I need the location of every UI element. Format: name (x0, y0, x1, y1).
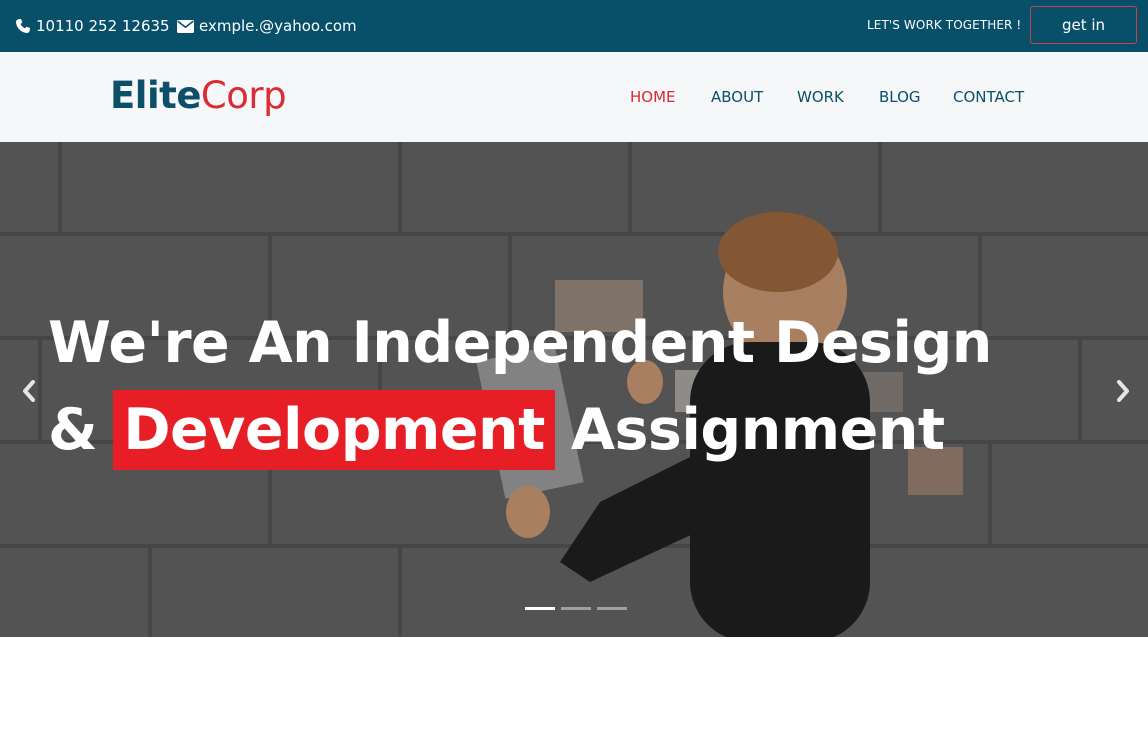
email-contact[interactable]: exmple.@yahoo.com (177, 0, 357, 52)
nav-home[interactable]: HOME (630, 87, 676, 107)
phone-icon (16, 19, 30, 33)
carousel-indicator-3[interactable] (597, 607, 627, 610)
nav-contact[interactable]: CONTACT (953, 87, 1024, 107)
email-address: exmple.@yahoo.com (199, 17, 357, 35)
hero-suffix-word: Assignment (570, 397, 945, 463)
carousel-indicator-1[interactable] (525, 607, 555, 610)
hero-highlight-word: Development (113, 390, 555, 470)
logo[interactable]: EliteCorp (110, 72, 287, 120)
carousel-indicator-2[interactable] (561, 607, 591, 610)
envelope-icon (177, 19, 194, 33)
logo-corp: Corp (200, 74, 287, 117)
phone-number: 10110 252 12635 (36, 17, 170, 35)
carousel-indicators (525, 607, 627, 610)
hero-headline-line1: We're An Independent Design (48, 310, 992, 376)
logo-elite: Elite (110, 74, 201, 117)
carousel-next-button[interactable] (1111, 376, 1135, 406)
nav-work[interactable]: WORK (797, 87, 844, 107)
main-navbar: EliteCorp HOME ABOUT WORK BLOG CONTACT (0, 52, 1148, 142)
hero-ampersand: & (48, 397, 98, 463)
chevron-right-icon (1117, 380, 1129, 402)
get-in-button[interactable]: get in (1030, 6, 1137, 44)
nav-blog[interactable]: BLOG (879, 87, 921, 107)
hero-headline-line2: & Development Assignment (48, 390, 945, 470)
top-bar: 10110 252 12635 exmple.@yahoo.com LET'S … (0, 0, 1148, 52)
chevron-left-icon (23, 380, 35, 402)
phone-contact[interactable]: 10110 252 12635 (15, 0, 170, 52)
hero-carousel: We're An Independent Design & Developmen… (0, 142, 1148, 637)
nav-about[interactable]: ABOUT (711, 87, 763, 107)
carousel-prev-button[interactable] (17, 376, 41, 406)
cta-text: LET'S WORK TOGETHER ! (867, 18, 1022, 32)
